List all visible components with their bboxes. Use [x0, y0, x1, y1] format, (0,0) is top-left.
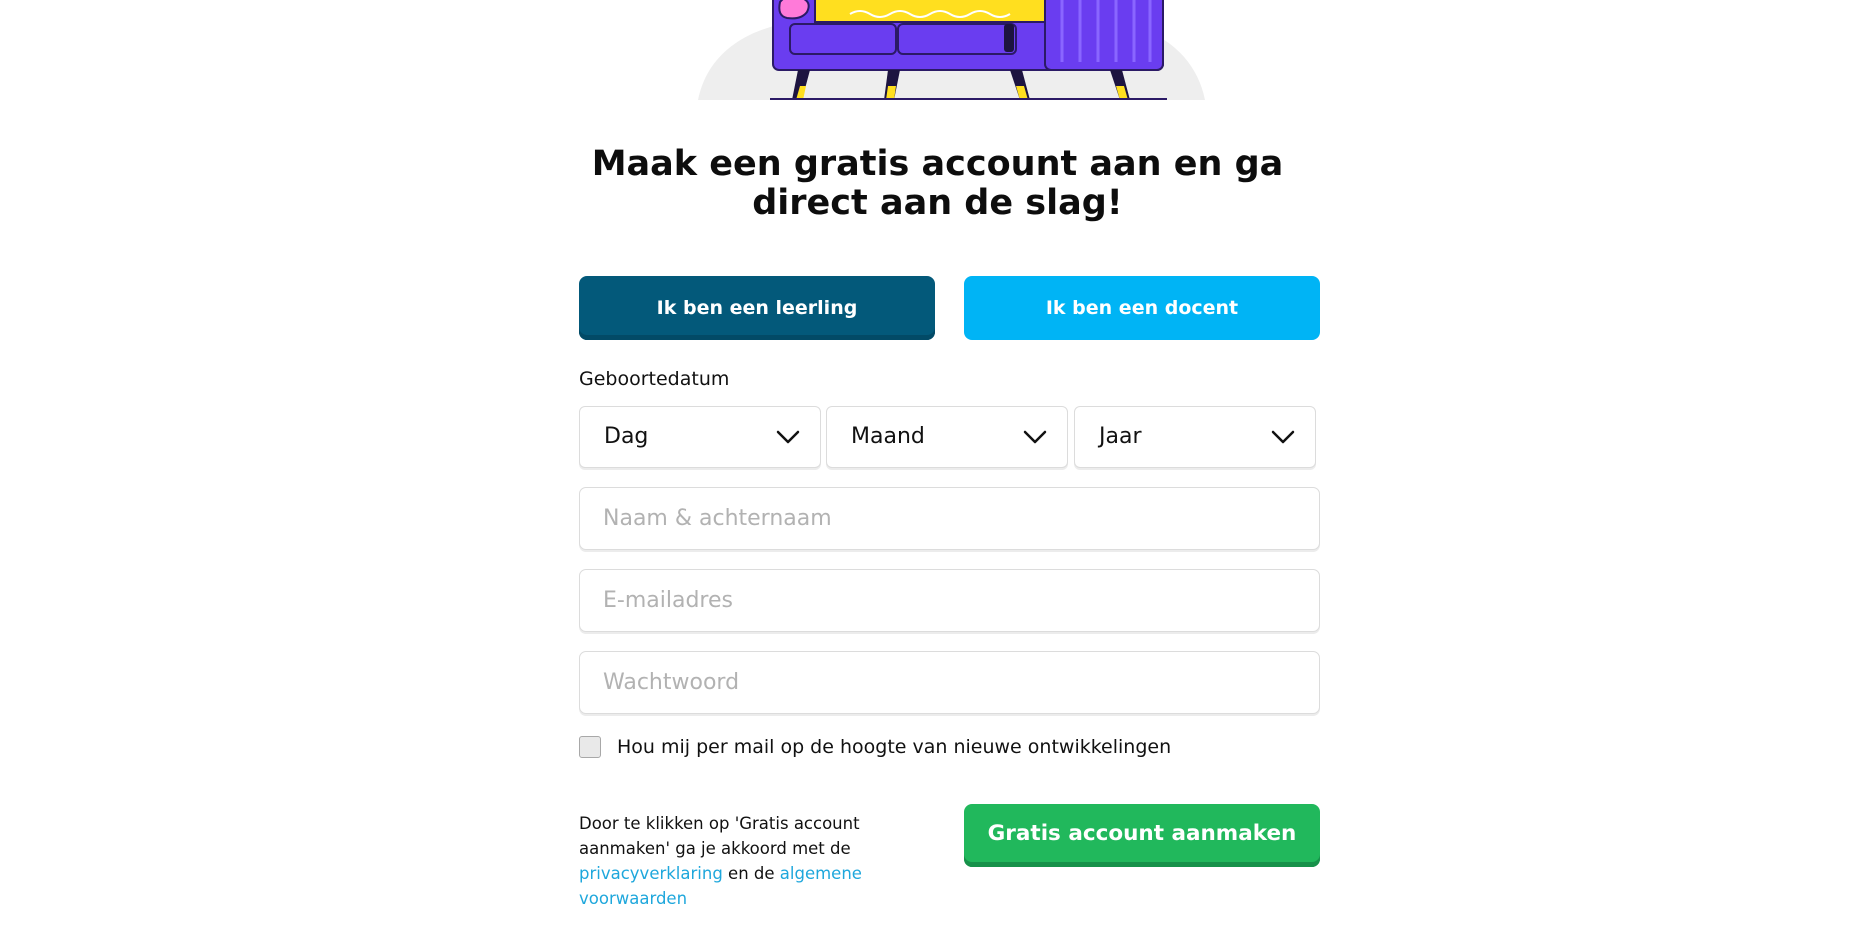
- newsletter-option: Hou mij per mail op de hoogte van nieuwe…: [579, 734, 1171, 760]
- password-field[interactable]: [579, 651, 1320, 714]
- student-role-button[interactable]: Ik ben een leerling: [579, 276, 935, 340]
- newsletter-label[interactable]: Hou mij per mail op de hoogte van nieuwe…: [617, 736, 1171, 758]
- chevron-down-icon: [776, 430, 800, 444]
- email-field[interactable]: [579, 569, 1320, 632]
- sofa-illustration: [698, 0, 1205, 100]
- terms-notice: Door te klikken op 'Gratis account aanma…: [579, 811, 889, 911]
- terms-text-middle: en de: [722, 864, 780, 883]
- create-account-button[interactable]: Gratis account aanmaken: [964, 804, 1320, 867]
- year-select-value: Jaar: [1099, 424, 1142, 449]
- signup-page: Maak een gratis account aan en ga direct…: [0, 0, 1875, 929]
- terms-text-before: Door te klikken op 'Gratis account aanma…: [579, 814, 860, 858]
- newsletter-checkbox[interactable]: [579, 736, 601, 758]
- month-select-value: Maand: [851, 424, 925, 449]
- page-title: Maak een gratis account aan en ga direct…: [0, 145, 1875, 223]
- birthdate-label: Geboortedatum: [579, 368, 730, 390]
- day-select-value: Dag: [604, 424, 649, 449]
- chevron-down-icon: [1271, 430, 1295, 444]
- month-select[interactable]: Maand: [826, 406, 1068, 468]
- title-line-2: direct aan de slag!: [752, 183, 1123, 223]
- day-select[interactable]: Dag: [579, 406, 821, 468]
- chevron-down-icon: [1023, 430, 1047, 444]
- year-select[interactable]: Jaar: [1074, 406, 1316, 468]
- privacy-link[interactable]: privacyverklaring: [579, 864, 723, 883]
- title-line-1: Maak een gratis account aan en ga: [591, 144, 1284, 184]
- teacher-role-button[interactable]: Ik ben een docent: [964, 276, 1320, 340]
- name-field[interactable]: [579, 487, 1320, 550]
